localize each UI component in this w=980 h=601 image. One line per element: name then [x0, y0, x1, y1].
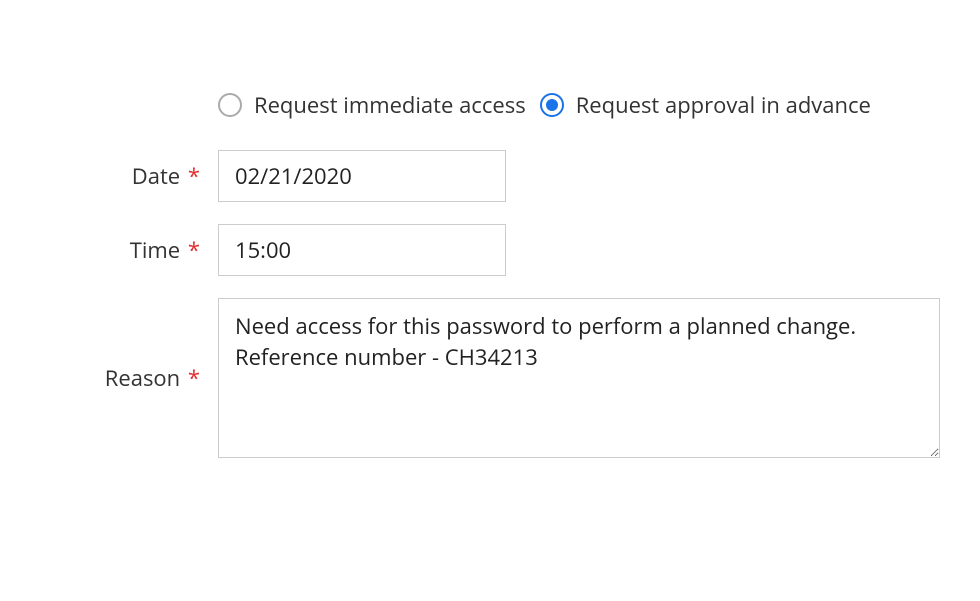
- reason-textarea[interactable]: [218, 298, 940, 458]
- date-input[interactable]: [218, 150, 506, 202]
- reason-label-text: Reason: [105, 363, 180, 393]
- radio-immediate-access[interactable]: Request immediate access: [218, 90, 526, 120]
- date-row: Date *: [40, 150, 940, 202]
- radio-checked-icon: [540, 93, 564, 117]
- date-label-text: Date: [132, 161, 180, 191]
- radio-inner-dot-icon: [546, 99, 558, 111]
- date-label: Date *: [40, 161, 218, 191]
- request-type-radio-group: Request immediate access Request approva…: [218, 90, 940, 120]
- time-input[interactable]: [218, 224, 506, 276]
- required-asterisk: *: [188, 161, 200, 191]
- required-asterisk: *: [188, 363, 200, 393]
- time-label-text: Time: [130, 235, 180, 265]
- required-asterisk: *: [188, 235, 200, 265]
- access-request-form: Request immediate access Request approva…: [40, 90, 940, 458]
- time-row: Time *: [40, 224, 940, 276]
- radio-approval-advance[interactable]: Request approval in advance: [540, 90, 871, 120]
- radio-immediate-label: Request immediate access: [254, 90, 526, 120]
- time-label: Time *: [40, 235, 218, 265]
- radio-advance-label: Request approval in advance: [576, 90, 871, 120]
- reason-row: Reason *: [40, 298, 940, 458]
- radio-unchecked-icon: [218, 93, 242, 117]
- reason-label: Reason *: [40, 363, 218, 393]
